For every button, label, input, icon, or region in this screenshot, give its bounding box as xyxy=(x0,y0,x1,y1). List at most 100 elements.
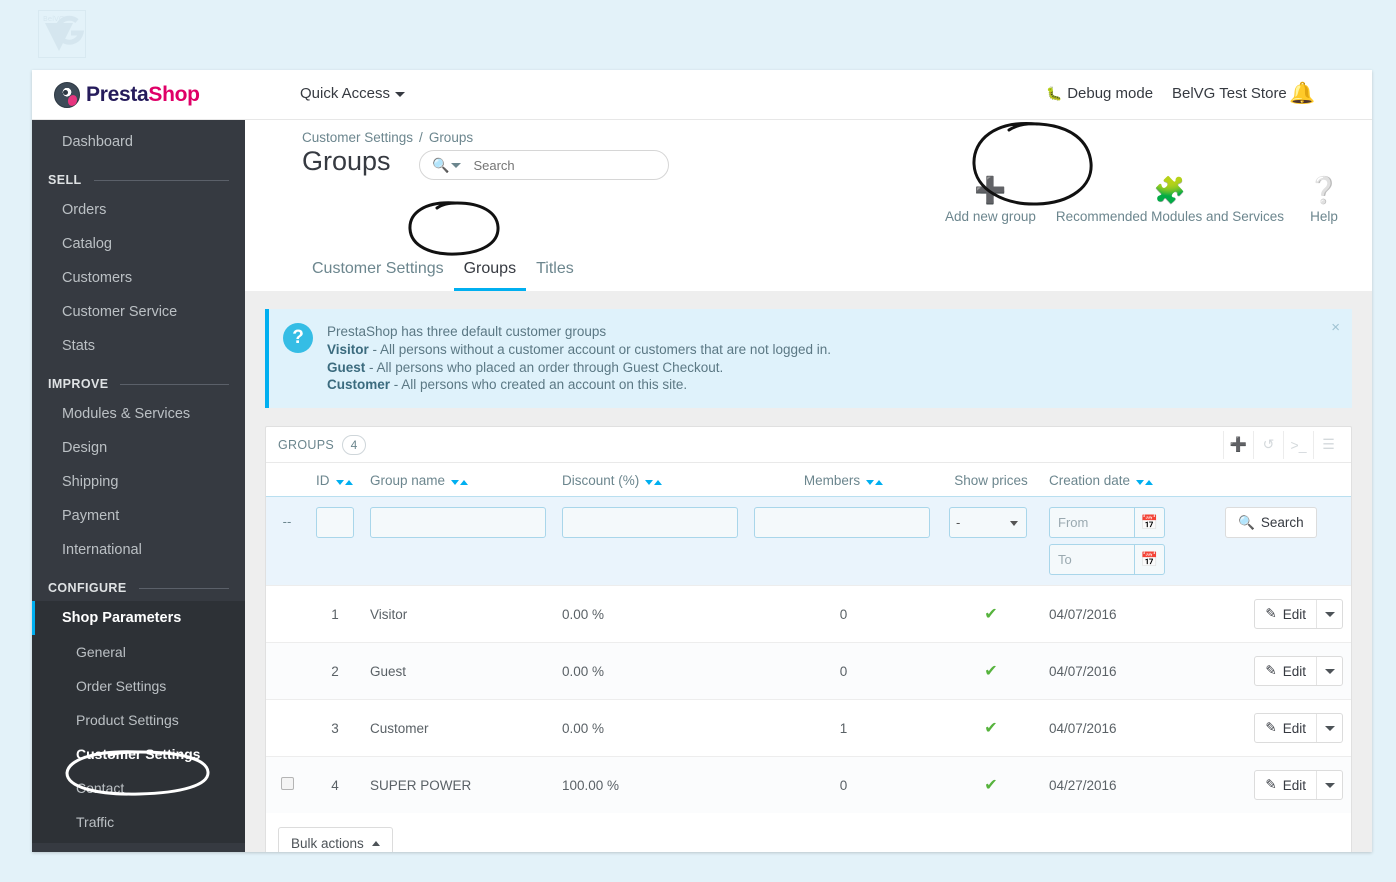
th-members[interactable]: Members xyxy=(746,463,941,497)
filter-search-label: Search xyxy=(1260,515,1304,531)
groups-table: ID Group name Discount (%) Members Show xyxy=(266,463,1351,814)
search-scope-chevron-icon[interactable] xyxy=(451,162,462,168)
sidebar-item-product-settings[interactable]: Product Settings xyxy=(32,703,245,737)
filter-search-button[interactable]: 🔍 Search xyxy=(1225,507,1317,539)
sidebar-item-international[interactable]: International xyxy=(32,533,245,567)
sidebar-item-customer-service[interactable]: Customer Service xyxy=(32,295,245,329)
row-select-checkbox[interactable] xyxy=(280,777,294,791)
table-row[interactable]: 2 Guest 0.00 % 0 ✔ 04/07/2016 ✎ Edit xyxy=(266,642,1351,700)
quick-access-menu[interactable]: Quick Access xyxy=(300,85,406,102)
sidebar-item-general[interactable]: General xyxy=(32,635,245,669)
sidebar-item-customer-settings[interactable]: Customer Settings xyxy=(32,737,245,771)
sidebar-section-improve: IMPROVE xyxy=(32,363,245,397)
filter-row: -- - From 📅 To 📅 🔍 Search xyxy=(266,496,1351,586)
sidebar-navigation: Dashboard SELL Orders Catalog Customers … xyxy=(32,120,245,852)
edit-dropdown-toggle[interactable] xyxy=(1316,657,1342,686)
prestashop-admin-window: PrestaShop Quick Access 🐛 Debug mode BelV… xyxy=(32,70,1372,852)
sidebar-item-traffic[interactable]: Traffic xyxy=(32,805,245,839)
row-members: 0 xyxy=(746,642,941,700)
chevron-down-icon xyxy=(1324,782,1335,788)
close-icon[interactable]: × xyxy=(1331,319,1340,336)
table-row[interactable]: 3 Customer 0.00 % 1 ✔ 04/07/2016 ✎ Edit xyxy=(266,699,1351,757)
sidebar-item-modules-services[interactable]: Modules & Services xyxy=(32,397,245,431)
sidebar-item-orders[interactable]: Orders xyxy=(32,193,245,227)
brand-name-part2: Shop xyxy=(148,83,200,106)
help-button[interactable]: ❔ Help xyxy=(1294,175,1354,224)
sidebar-item-catalog[interactable]: Catalog xyxy=(32,227,245,261)
row-actions: ✎ Edit xyxy=(1191,756,1351,814)
edit-dropdown-toggle[interactable] xyxy=(1316,771,1342,800)
recommended-modules-button[interactable]: 🧩 Recommended Modules and Services xyxy=(1046,175,1294,224)
sidebar-item-design[interactable]: Design xyxy=(32,431,245,465)
add-circle-icon[interactable]: ➕ xyxy=(1223,430,1253,459)
sidebar-item-payment[interactable]: Payment xyxy=(32,499,245,533)
edit-button[interactable]: ✎ Edit xyxy=(1254,713,1343,744)
breadcrumb-parent[interactable]: Customer Settings xyxy=(302,130,413,145)
refresh-icon[interactable]: ↺ xyxy=(1253,430,1283,459)
divider xyxy=(93,179,229,181)
row-members: 1 xyxy=(746,699,941,757)
notification-bell-icon[interactable]: 🔔 xyxy=(1289,82,1315,106)
sidebar-item-stats[interactable]: Stats xyxy=(32,329,245,363)
filter-discount-input[interactable] xyxy=(562,507,738,539)
edit-button[interactable]: ✎ Edit xyxy=(1254,770,1343,801)
groups-card: GROUPS 4 ➕ ↺ >_ ☰ ID Group name Discount… xyxy=(265,426,1352,852)
sidebar-item-dashboard[interactable]: Dashboard xyxy=(32,120,245,159)
filter-members-cell xyxy=(746,497,941,586)
sort-arrows-icon[interactable] xyxy=(335,473,353,488)
info-desc-customer: - All persons who created an account on … xyxy=(390,377,688,393)
filter-show-prices-select-wrapper[interactable]: - Yes No xyxy=(949,507,1027,539)
store-name[interactable]: BelVG Test Store xyxy=(1172,85,1287,102)
filter-members-input[interactable] xyxy=(754,507,930,539)
sort-arrows-icon[interactable] xyxy=(865,473,884,488)
calendar-icon[interactable]: 📅 xyxy=(1134,544,1165,576)
sidebar-item-shop-parameters[interactable]: Shop Parameters xyxy=(32,601,245,635)
th-group-name-label: Group name xyxy=(370,473,446,489)
sort-arrows-icon[interactable] xyxy=(450,473,469,488)
global-search-box[interactable]: 🔍 xyxy=(419,150,669,180)
filter-group-name-input[interactable] xyxy=(370,507,546,539)
row-members: 0 xyxy=(746,756,941,814)
filter-id-input[interactable] xyxy=(316,507,354,539)
filter-show-prices-select[interactable]: - Yes No xyxy=(949,507,1027,539)
edit-label: Edit xyxy=(1282,663,1306,679)
bulk-actions-button[interactable]: Bulk actions xyxy=(278,827,393,852)
th-group-name[interactable]: Group name xyxy=(362,463,554,497)
sidebar-item-order-settings[interactable]: Order Settings xyxy=(32,669,245,703)
page-header-actions: ➕ Add new group 🧩 Recommended Modules an… xyxy=(935,175,1354,224)
edit-dropdown-toggle[interactable] xyxy=(1316,714,1342,743)
filter-date-to-input[interactable] xyxy=(1049,544,1134,576)
sidebar-section-configure: CONFIGURE xyxy=(32,567,245,601)
table-row[interactable]: 4 SUPER POWER 100.00 % 0 ✔ 04/27/2016 ✎ E… xyxy=(266,756,1351,814)
sidebar-item-shipping[interactable]: Shipping xyxy=(32,465,245,499)
sidebar-item-contact[interactable]: Contact xyxy=(32,771,245,805)
sort-arrows-icon[interactable] xyxy=(1135,473,1154,488)
info-panel-wrapper: ? PrestaShop has three default customer … xyxy=(245,291,1372,409)
th-discount-label: Discount (%) xyxy=(562,473,640,489)
row-actions: ✎ Edit xyxy=(1191,699,1351,757)
tab-customer-settings[interactable]: Customer Settings xyxy=(302,252,454,291)
sort-arrows-icon[interactable] xyxy=(644,473,663,488)
search-input[interactable] xyxy=(471,156,652,174)
sidebar-item-shop-parameters-label[interactable]: Shop Parameters xyxy=(35,601,245,635)
info-alert-body: PrestaShop has three default customer gr… xyxy=(327,323,831,394)
filter-name-cell xyxy=(362,497,554,586)
th-discount[interactable]: Discount (%) xyxy=(554,463,746,497)
edit-button[interactable]: ✎ Edit xyxy=(1254,656,1343,687)
row-show-prices: ✔ xyxy=(941,642,1041,700)
database-icon[interactable]: ☰ xyxy=(1313,430,1343,459)
table-row[interactable]: 1 Visitor 0.00 % 0 ✔ 04/07/2016 ✎ Edit xyxy=(266,585,1351,643)
edit-button[interactable]: ✎ Edit xyxy=(1254,599,1343,630)
edit-dropdown-toggle[interactable] xyxy=(1316,600,1342,629)
calendar-icon[interactable]: 📅 xyxy=(1134,507,1165,539)
terminal-icon[interactable]: >_ xyxy=(1283,430,1313,459)
prestashop-logo[interactable]: PrestaShop xyxy=(32,70,245,120)
info-desc-guest: - All persons who placed an order throug… xyxy=(365,359,724,375)
th-id[interactable]: ID xyxy=(308,463,362,497)
filter-date-from-input[interactable] xyxy=(1049,507,1134,539)
th-creation-date[interactable]: Creation date xyxy=(1041,463,1191,497)
tab-groups[interactable]: Groups xyxy=(453,252,527,291)
sidebar-item-customers[interactable]: Customers xyxy=(32,261,245,295)
add-new-group-button[interactable]: ➕ Add new group xyxy=(935,175,1046,224)
tab-titles[interactable]: Titles xyxy=(526,252,584,291)
